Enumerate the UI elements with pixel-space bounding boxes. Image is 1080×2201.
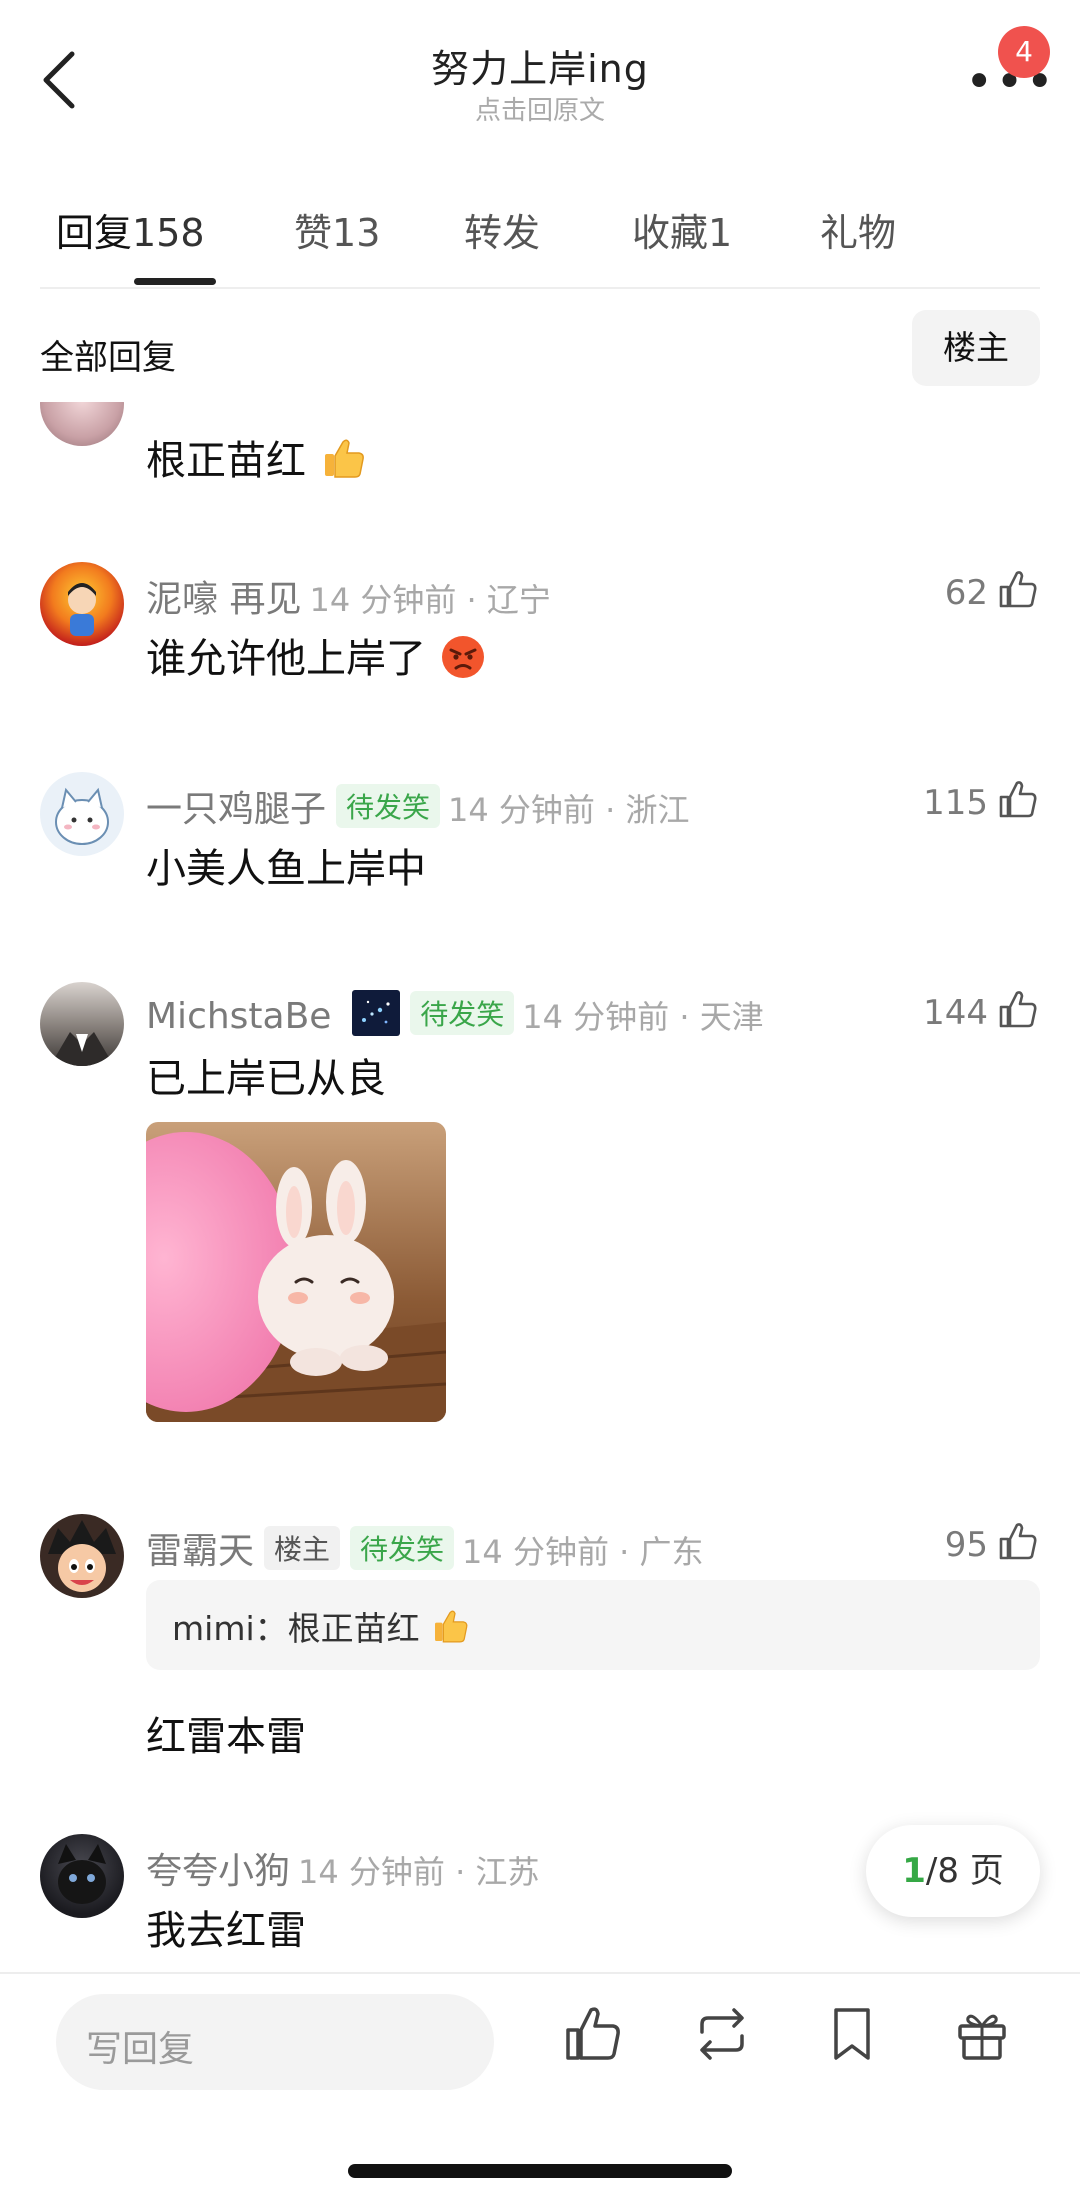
avatar-photo-icon (50, 1032, 114, 1066)
username[interactable]: MichstaBe (146, 996, 331, 1037)
avatar[interactable] (40, 402, 124, 446)
time-location: 14 分钟前 · 天津 (522, 998, 764, 1036)
comment-text: 已上岸已从良 (146, 1056, 386, 1102)
bottom-action-bar: 写回复 (0, 1972, 1080, 2201)
tab-label: 转发 (464, 211, 541, 255)
bunny-sticker-image[interactable] (146, 1122, 446, 1422)
divider (40, 287, 1040, 289)
thumbs-up-icon (999, 1523, 1037, 1560)
page-indicator[interactable]: 1/8 页 (866, 1825, 1040, 1917)
username[interactable]: 泥嚎 再见 (146, 579, 301, 620)
active-tab-indicator (134, 278, 216, 285)
back-to-original-link[interactable]: 点击回原文 (0, 90, 1080, 127)
thumbs-up-icon (999, 991, 1037, 1028)
avatar[interactable] (40, 562, 124, 646)
tab-label: 回复 (56, 211, 133, 255)
bookmark-icon[interactable] (820, 2002, 884, 2066)
total-pages: /8 页 (925, 1851, 1004, 1891)
thumbs-up-emoji-icon (324, 439, 364, 478)
current-page: 1 (902, 1851, 926, 1891)
comment-item: MichstaBe 待发笑 14 分钟前 · 天津 144 已上岸已从良 (0, 982, 1080, 1442)
comment-meta: 夸夸小狗 14 分钟前 · 江苏 (146, 1842, 539, 1894)
home-indicator (348, 2164, 732, 2178)
starry-medal-icon (352, 990, 401, 1036)
quoted-text: mimi：根正苗红 (172, 1602, 470, 1650)
repost-icon[interactable] (690, 2002, 754, 2066)
like-count: 62 (944, 573, 988, 613)
comment-meta: 雷霸天 楼主 待发笑 14 分钟前 · 广东 (146, 1522, 703, 1574)
comment-text: 小美人鱼上岸中 (146, 846, 426, 892)
op-badge: 楼主 (264, 1526, 341, 1570)
avatar[interactable] (40, 1834, 124, 1918)
user-badge: 待发笑 (336, 784, 441, 828)
tab-replies[interactable]: 回复158 (56, 202, 205, 257)
like-icon[interactable] (560, 2002, 624, 2066)
tab-bar: 回复158 赞13 转发 收藏1 礼物 (40, 190, 1040, 290)
thumbs-up-icon (999, 781, 1037, 818)
comment-meta: 泥嚎 再见 14 分钟前 · 辽宁 (146, 570, 551, 622)
comment-item: 雷霸天 楼主 待发笑 14 分钟前 · 广东 95 mimi：根正苗红 红雷本雷 (0, 1514, 1080, 1804)
filter-bar: 全部回复 楼主 (0, 298, 1080, 402)
angry-face-emoji-icon (441, 636, 484, 678)
username[interactable]: 一只鸡腿子 (146, 789, 326, 830)
comment-text: 根正苗红 (146, 428, 367, 486)
like-count: 95 (944, 1525, 988, 1565)
like-count: 144 (923, 993, 988, 1033)
avatar-cartoon-icon (55, 787, 109, 845)
user-badge: 待发笑 (410, 991, 515, 1035)
reply-placeholder: 写回复 (86, 2029, 195, 2070)
avatar-cartoon-icon (48, 1520, 116, 1592)
comment-meta: MichstaBe 待发笑 14 分钟前 · 天津 (146, 990, 764, 1038)
quoted-reply[interactable]: mimi：根正苗红 (146, 1580, 1040, 1670)
comment-text-content: 根正苗红 (146, 438, 306, 484)
tab-gifts[interactable]: 礼物 (820, 202, 896, 257)
username[interactable]: 雷霸天 (146, 1531, 254, 1572)
comment-text: 谁允许他上岸了 (146, 626, 487, 684)
comment-text: 红雷本雷 (146, 1714, 306, 1760)
like-count: 115 (923, 783, 988, 823)
tab-reposts[interactable]: 转发 (464, 202, 540, 257)
username[interactable]: 夸夸小狗 (146, 1851, 290, 1892)
more-options-icon[interactable]: ••• (965, 58, 1056, 106)
time-location: 14 分钟前 · 江苏 (298, 1853, 540, 1891)
tab-count: 158 (132, 211, 205, 255)
comment-text-content: 谁允许他上岸了 (146, 636, 426, 682)
time-location: 14 分钟前 · 浙江 (448, 791, 690, 829)
comment-item: 一只鸡腿子 待发笑 14 分钟前 · 浙江 115 小美人鱼上岸中 (0, 772, 1080, 932)
comment-text: 我去红雷 (146, 1908, 306, 1954)
tab-count: 1 (708, 211, 733, 255)
avatar[interactable] (40, 1514, 124, 1598)
avatar[interactable] (40, 982, 124, 1066)
like-button[interactable]: 115 (923, 778, 1040, 823)
comment-item: 泥嚎 再见 14 分钟前 · 辽宁 62 谁允许他上岸了 (0, 562, 1080, 742)
time-location: 14 分钟前 · 辽宁 (309, 581, 551, 619)
notification-badge: 4 (998, 26, 1050, 78)
comment-meta: 一只鸡腿子 待发笑 14 分钟前 · 浙江 (146, 780, 689, 832)
tab-label: 赞 (294, 211, 333, 255)
tab-likes[interactable]: 赞13 (294, 202, 380, 257)
time-location: 14 分钟前 · 广东 (462, 1533, 704, 1571)
tab-label: 收藏 (632, 211, 709, 255)
thumbs-up-icon (999, 571, 1037, 608)
tab-count: 13 (332, 211, 381, 255)
page-title[interactable]: 努力上岸ing (0, 38, 1080, 93)
op-only-button[interactable]: 楼主 (912, 310, 1040, 386)
reply-input[interactable]: 写回复 (56, 1994, 494, 2090)
quoted-text-content: mimi：根正苗红 (172, 1609, 420, 1648)
thumbs-up-emoji-icon (435, 1610, 468, 1643)
all-replies-filter[interactable]: 全部回复 (40, 330, 176, 379)
comment-item: 根正苗红 (0, 402, 1080, 502)
avatar-dog-icon (58, 1844, 106, 1904)
avatar[interactable] (40, 772, 124, 856)
comment-feed[interactable]: 根正苗红 泥嚎 再见 14 分钟前 · 辽宁 62 谁允许他上岸了 一只鸡腿子 … (0, 402, 1080, 1972)
like-button[interactable]: 95 (945, 1520, 1040, 1565)
avatar-figure-icon (68, 583, 96, 636)
tab-label: 礼物 (820, 211, 897, 255)
header: 努力上岸ing 点击回原文 ••• 4 (0, 0, 1080, 175)
gift-icon[interactable] (950, 2002, 1014, 2066)
user-badge: 待发笑 (350, 1526, 455, 1570)
like-button[interactable]: 144 (923, 988, 1040, 1033)
like-button[interactable]: 62 (945, 568, 1040, 613)
tab-favorites[interactable]: 收藏1 (632, 202, 732, 257)
